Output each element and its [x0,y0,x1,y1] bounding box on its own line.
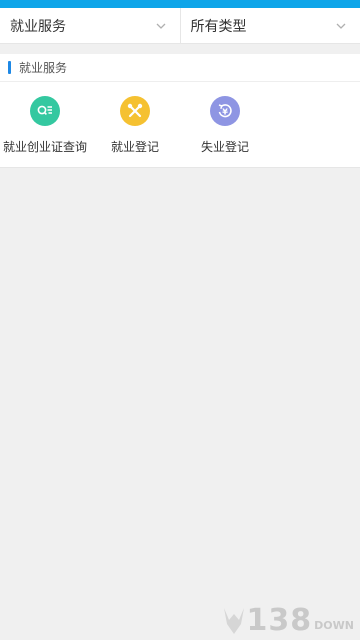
yen-refresh-icon: ¥ [210,96,240,126]
service-item-employment-registration[interactable]: 就业登记 [90,96,180,155]
type-filter-label: 所有类型 [190,18,247,35]
tools-icon [120,96,150,126]
service-item-label: 就业创业证查询 [2,140,87,154]
chevron-down-icon [336,23,346,29]
section-title: 就业服务 [19,61,68,75]
service-item-certificate-query[interactable]: 就业创业证查询 [0,96,90,155]
service-item-unemployment-registration[interactable]: ¥ 失业登记 [180,96,270,155]
type-filter-dropdown[interactable]: 所有类型 [181,8,360,43]
service-item-label: 失业登记 [200,140,249,154]
svg-text:¥: ¥ [222,108,228,117]
service-filter-label: 就业服务 [10,18,66,35]
watermark-number: 138 [246,603,313,638]
chevron-down-icon [156,23,165,29]
spacer [0,44,360,54]
section-marker [8,61,11,74]
antler-logo-icon [223,608,244,634]
service-item-label: 就业登记 [110,140,159,154]
watermark-suffix: DOWN [314,619,354,632]
status-bar [0,0,360,8]
watermark-logo: 138 DOWN [221,606,354,636]
search-list-icon [30,96,60,126]
filter-bar: 就业服务 所有类型 [0,8,360,44]
service-filter-dropdown[interactable]: 就业服务 [0,8,181,43]
section-header: 就业服务 [0,54,360,82]
service-grid: 就业创业证查询 就业登记 ¥ 失业登记 [0,82,360,168]
